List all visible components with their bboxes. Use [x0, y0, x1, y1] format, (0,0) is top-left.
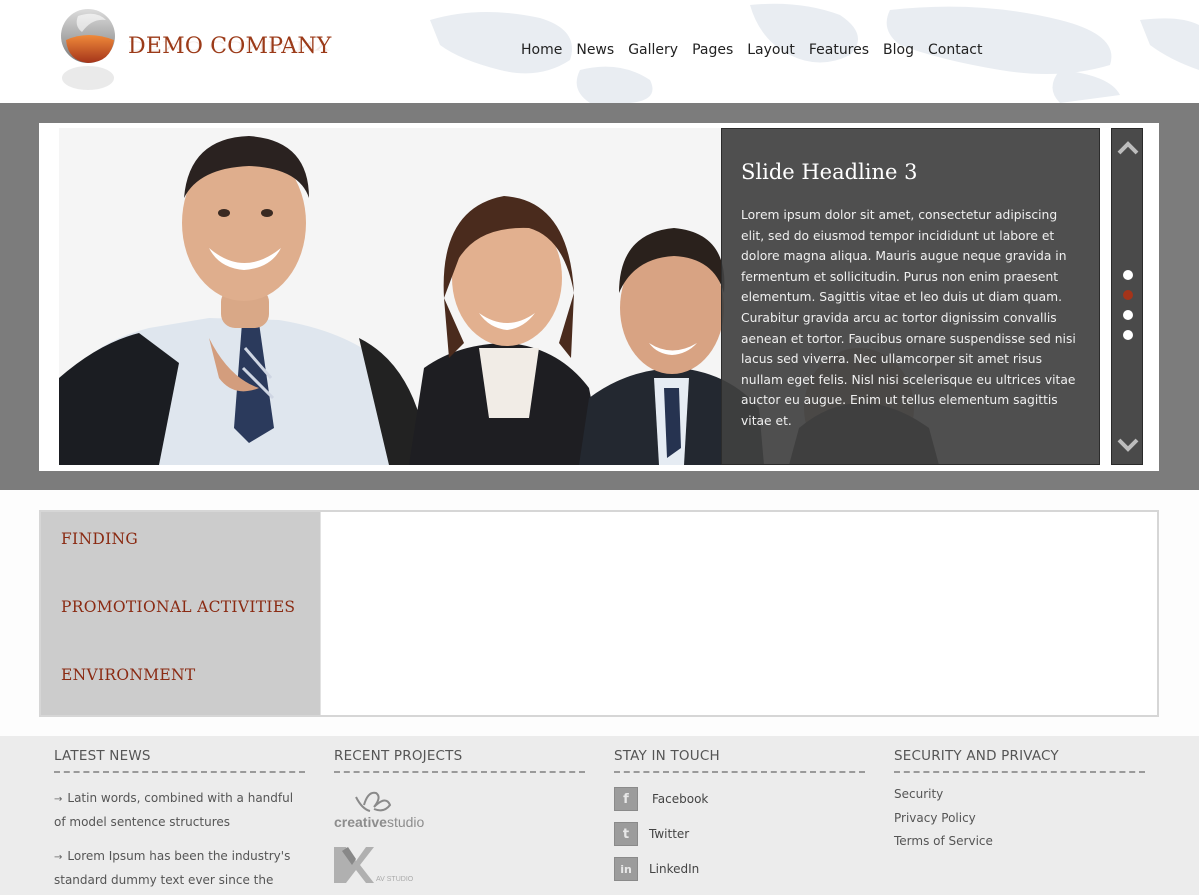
social-facebook[interactable]: f Facebook — [614, 787, 865, 811]
security-privacy-title: SECURITY AND PRIVACY — [894, 748, 1145, 773]
svg-text:creativestudio: creativestudio — [334, 814, 425, 830]
latest-news-column: LATEST NEWS → Latin words, combined with … — [54, 748, 305, 895]
news-item: → Lorem Ipsum has been the industry's sta… — [54, 845, 305, 895]
news-item: → Latin words, combined with a handful of… — [54, 787, 305, 834]
tab-finding[interactable]: FINDING — [61, 530, 138, 548]
linkedin-label: LinkedIn — [649, 862, 700, 876]
tab-panel — [320, 512, 1157, 715]
slider-frame: Slide Headline 3 Lorem ipsum dolor sit a… — [39, 123, 1159, 471]
facebook-icon: f — [614, 787, 638, 811]
slide-dot-1[interactable] — [1123, 270, 1133, 280]
av-studio-caption: AV STUDIO — [376, 876, 414, 883]
slide-navigator — [1111, 128, 1143, 465]
linkedin-icon: in — [614, 857, 638, 881]
logo-emblem-icon — [61, 9, 115, 90]
tabbed-content: FINDING PROMOTIONAL ACTIVITIES ENVIRONME… — [39, 510, 1159, 717]
site-header: DEMO COMPANY DEMO COMPANY Home News Gall… — [0, 0, 1199, 103]
slide-body: Lorem ipsum dolor sit amet, consectetur … — [741, 208, 1076, 428]
twitter-icon: t — [614, 822, 638, 846]
slide-dot-3[interactable] — [1123, 310, 1133, 320]
stay-in-touch-column: STAY IN TOUCH f Facebook t Twitter in Li… — [614, 748, 865, 892]
slider-band: Slide Headline 3 Lorem ipsum dolor sit a… — [0, 103, 1199, 490]
privacy-policy-link[interactable]: Privacy Policy — [894, 807, 1145, 831]
nav-gallery[interactable]: Gallery — [621, 40, 685, 60]
recent-projects-title: RECENT PROJECTS — [334, 748, 585, 773]
av-studio-logo[interactable]: AV STUDIO — [334, 843, 414, 883]
nav-news[interactable]: News — [569, 40, 621, 60]
terms-of-service-link[interactable]: Terms of Service — [894, 830, 1145, 854]
news-link-1[interactable]: Latin words, combined with a handful of … — [54, 791, 293, 829]
nav-home[interactable]: Home — [514, 40, 569, 60]
social-linkedin[interactable]: in LinkedIn — [614, 857, 865, 881]
facebook-label: Facebook — [652, 792, 709, 806]
tab-list: FINDING PROMOTIONAL ACTIVITIES ENVIRONME… — [41, 512, 320, 715]
latest-news-title: LATEST NEWS — [54, 748, 305, 773]
company-name-reflection: DEMO COMPANY — [128, 38, 330, 52]
tab-environment[interactable]: ENVIRONMENT — [61, 666, 196, 684]
creative-studio-word-b: studio — [387, 814, 425, 830]
site-footer: LATEST NEWS → Latin words, combined with … — [0, 736, 1199, 895]
slide-dot-2[interactable] — [1123, 290, 1133, 300]
security-link[interactable]: Security — [894, 783, 1145, 807]
creative-studio-word-a: creative — [334, 814, 387, 830]
recent-projects-column: RECENT PROJECTS creativestudio AV STUDIO — [334, 748, 585, 895]
creative-studio-logo[interactable]: creativestudio — [334, 787, 444, 831]
social-twitter[interactable]: t Twitter — [614, 822, 865, 846]
tab-promotional-activities[interactable]: PROMOTIONAL ACTIVITIES — [61, 598, 295, 616]
security-privacy-column: SECURITY AND PRIVACY Security Privacy Po… — [894, 748, 1145, 854]
nav-blog[interactable]: Blog — [876, 40, 921, 60]
twitter-label: Twitter — [649, 827, 690, 841]
nav-pages[interactable]: Pages — [685, 40, 740, 60]
chevron-up-icon[interactable] — [1117, 141, 1139, 155]
chevron-down-icon[interactable] — [1117, 438, 1139, 452]
company-logo[interactable]: DEMO COMPANY DEMO COMPANY — [56, 6, 336, 96]
slide-caption: Slide Headline 3 Lorem ipsum dolor sit a… — [721, 128, 1100, 465]
nav-layout[interactable]: Layout — [740, 40, 802, 60]
slide-dot-4[interactable] — [1123, 330, 1133, 340]
news-link-2[interactable]: Lorem Ipsum has been the industry's stan… — [54, 849, 290, 895]
arrow-right-icon: → — [54, 794, 63, 805]
nav-features[interactable]: Features — [802, 40, 876, 60]
arrow-right-icon: → — [54, 852, 63, 863]
slide-headline: Slide Headline 3 — [741, 160, 918, 184]
nav-contact[interactable]: Contact — [921, 40, 989, 60]
main-nav: Home News Gallery Pages Layout Features … — [514, 40, 989, 60]
stay-in-touch-title: STAY IN TOUCH — [614, 748, 865, 773]
